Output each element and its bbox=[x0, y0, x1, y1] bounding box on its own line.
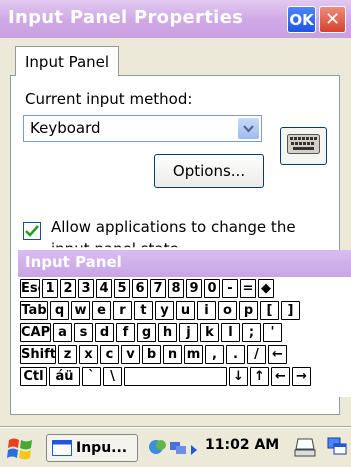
key-d[interactable]: d bbox=[95, 323, 114, 342]
key-backtick[interactable]: ` bbox=[82, 367, 101, 386]
key-minus[interactable]: - bbox=[222, 279, 238, 298]
input-panel-titlebar[interactable]: Input Panel bbox=[18, 250, 351, 277]
key-1[interactable]: 1 bbox=[42, 279, 58, 298]
options-button[interactable]: Options... bbox=[154, 154, 264, 188]
key-7[interactable]: 7 bbox=[150, 279, 166, 298]
key-m[interactable]: m bbox=[184, 345, 203, 364]
start-button[interactable] bbox=[6, 436, 36, 462]
key-tab[interactable]: Tab bbox=[20, 301, 48, 320]
dropdown-value: Keyboard bbox=[30, 119, 101, 137]
key-s[interactable]: s bbox=[74, 323, 93, 342]
input-panel-title: Input Panel bbox=[25, 253, 122, 271]
key-space[interactable] bbox=[124, 367, 227, 386]
key-comma[interactable]: , bbox=[205, 345, 224, 364]
key-q[interactable]: q bbox=[50, 301, 69, 320]
key-z[interactable]: z bbox=[58, 345, 77, 364]
key-i[interactable]: i bbox=[197, 301, 216, 320]
chevron-down-icon[interactable] bbox=[238, 118, 259, 139]
key-2[interactable]: 2 bbox=[60, 279, 76, 298]
key-a[interactable]: a bbox=[53, 323, 72, 342]
key-5[interactable]: 5 bbox=[114, 279, 130, 298]
network-icon[interactable] bbox=[168, 437, 188, 461]
keyboard-row-2: Tab q w e r t y u i o p [ ] bbox=[20, 301, 302, 321]
allow-apps-label[interactable]: Allow applications to change the bbox=[51, 218, 296, 236]
key-p[interactable]: p bbox=[239, 301, 258, 320]
key-diamond[interactable]: ◆ bbox=[258, 279, 274, 298]
key-8[interactable]: 8 bbox=[168, 279, 184, 298]
key-enter[interactable]: ← bbox=[268, 345, 287, 364]
title-bar: Input Panel Properties OK ✕ bbox=[0, 0, 351, 38]
key-slash[interactable]: / bbox=[247, 345, 266, 364]
key-backslash[interactable]: \ bbox=[103, 367, 122, 386]
window-icon bbox=[52, 440, 72, 456]
keyboard-row-1: Esc 1 2 3 4 5 6 7 8 9 0 - = ◆ bbox=[20, 279, 276, 299]
key-y[interactable]: y bbox=[155, 301, 174, 320]
taskbar: Inpu... 11:02 AM bbox=[0, 427, 351, 467]
allow-apps-checkbox[interactable] bbox=[23, 222, 41, 240]
clock[interactable]: 11:02 AM bbox=[205, 437, 279, 453]
window-title: Input Panel Properties bbox=[8, 7, 244, 28]
key-caps[interactable]: CAP bbox=[20, 323, 51, 342]
key-0[interactable]: 0 bbox=[204, 279, 220, 298]
show-desktop-icon[interactable] bbox=[327, 437, 349, 461]
key-semicolon[interactable]: ; bbox=[242, 323, 261, 342]
key-o[interactable]: o bbox=[218, 301, 237, 320]
key-j[interactable]: j bbox=[179, 323, 198, 342]
key-intl[interactable]: áü bbox=[49, 367, 80, 386]
taskbar-task-button[interactable]: Inpu... bbox=[46, 434, 138, 462]
key-3[interactable]: 3 bbox=[78, 279, 94, 298]
windows-flag-icon bbox=[7, 438, 32, 460]
key-equals[interactable]: = bbox=[240, 279, 256, 298]
keyboard-button[interactable] bbox=[280, 127, 327, 165]
key-ctl[interactable]: Ctl bbox=[20, 367, 47, 386]
key-up[interactable]: ↑ bbox=[250, 367, 269, 386]
current-method-label: Current input method: bbox=[25, 90, 193, 108]
key-right[interactable]: → bbox=[292, 367, 311, 386]
key-n[interactable]: n bbox=[163, 345, 182, 364]
key-left[interactable]: ← bbox=[271, 367, 290, 386]
key-shift[interactable]: Shift bbox=[20, 345, 56, 364]
soft-keyboard: Esc 1 2 3 4 5 6 7 8 9 0 - = ◆ Tab q w e … bbox=[18, 277, 351, 397]
key-u[interactable]: u bbox=[176, 301, 195, 320]
key-v[interactable]: v bbox=[121, 345, 140, 364]
key-period[interactable]: . bbox=[226, 345, 245, 364]
activesync-icon[interactable] bbox=[148, 437, 168, 461]
key-c[interactable]: c bbox=[100, 345, 119, 364]
key-h[interactable]: h bbox=[158, 323, 177, 342]
input-method-dropdown[interactable]: Keyboard bbox=[23, 115, 262, 142]
tab-input-panel[interactable]: Input Panel bbox=[15, 46, 120, 76]
key-right-bracket[interactable]: ] bbox=[281, 301, 300, 320]
key-left-bracket[interactable]: [ bbox=[260, 301, 279, 320]
tray-arrow-icon[interactable] bbox=[190, 441, 198, 460]
key-x[interactable]: x bbox=[79, 345, 98, 364]
input-panel-icon[interactable] bbox=[294, 437, 316, 461]
key-quote[interactable]: ' bbox=[263, 323, 282, 342]
key-9[interactable]: 9 bbox=[186, 279, 202, 298]
key-t[interactable]: t bbox=[134, 301, 153, 320]
keyboard-row-5: Ctl áü ` \ ↓ ↑ ← → bbox=[20, 367, 313, 387]
close-icon: ✕ bbox=[324, 9, 341, 30]
key-down[interactable]: ↓ bbox=[229, 367, 248, 386]
key-4[interactable]: 4 bbox=[96, 279, 112, 298]
key-f[interactable]: f bbox=[116, 323, 135, 342]
keyboard-icon bbox=[287, 134, 320, 158]
key-esc[interactable]: Esc bbox=[20, 279, 40, 298]
key-w[interactable]: w bbox=[71, 301, 90, 320]
keyboard-row-3: CAP a s d f g h j k l ; ' bbox=[20, 323, 284, 343]
key-6[interactable]: 6 bbox=[132, 279, 148, 298]
key-g[interactable]: g bbox=[137, 323, 156, 342]
key-l[interactable]: l bbox=[221, 323, 240, 342]
key-r[interactable]: r bbox=[113, 301, 132, 320]
key-e[interactable]: e bbox=[92, 301, 111, 320]
checkmark-icon bbox=[25, 225, 39, 237]
key-b[interactable]: b bbox=[142, 345, 161, 364]
taskbar-task-label: Inpu... bbox=[76, 440, 128, 456]
key-k[interactable]: k bbox=[200, 323, 219, 342]
close-button[interactable]: ✕ bbox=[319, 6, 346, 33]
ok-button[interactable]: OK bbox=[287, 6, 316, 33]
keyboard-row-4: Shift z x c v b n m , . / ← bbox=[20, 345, 289, 365]
